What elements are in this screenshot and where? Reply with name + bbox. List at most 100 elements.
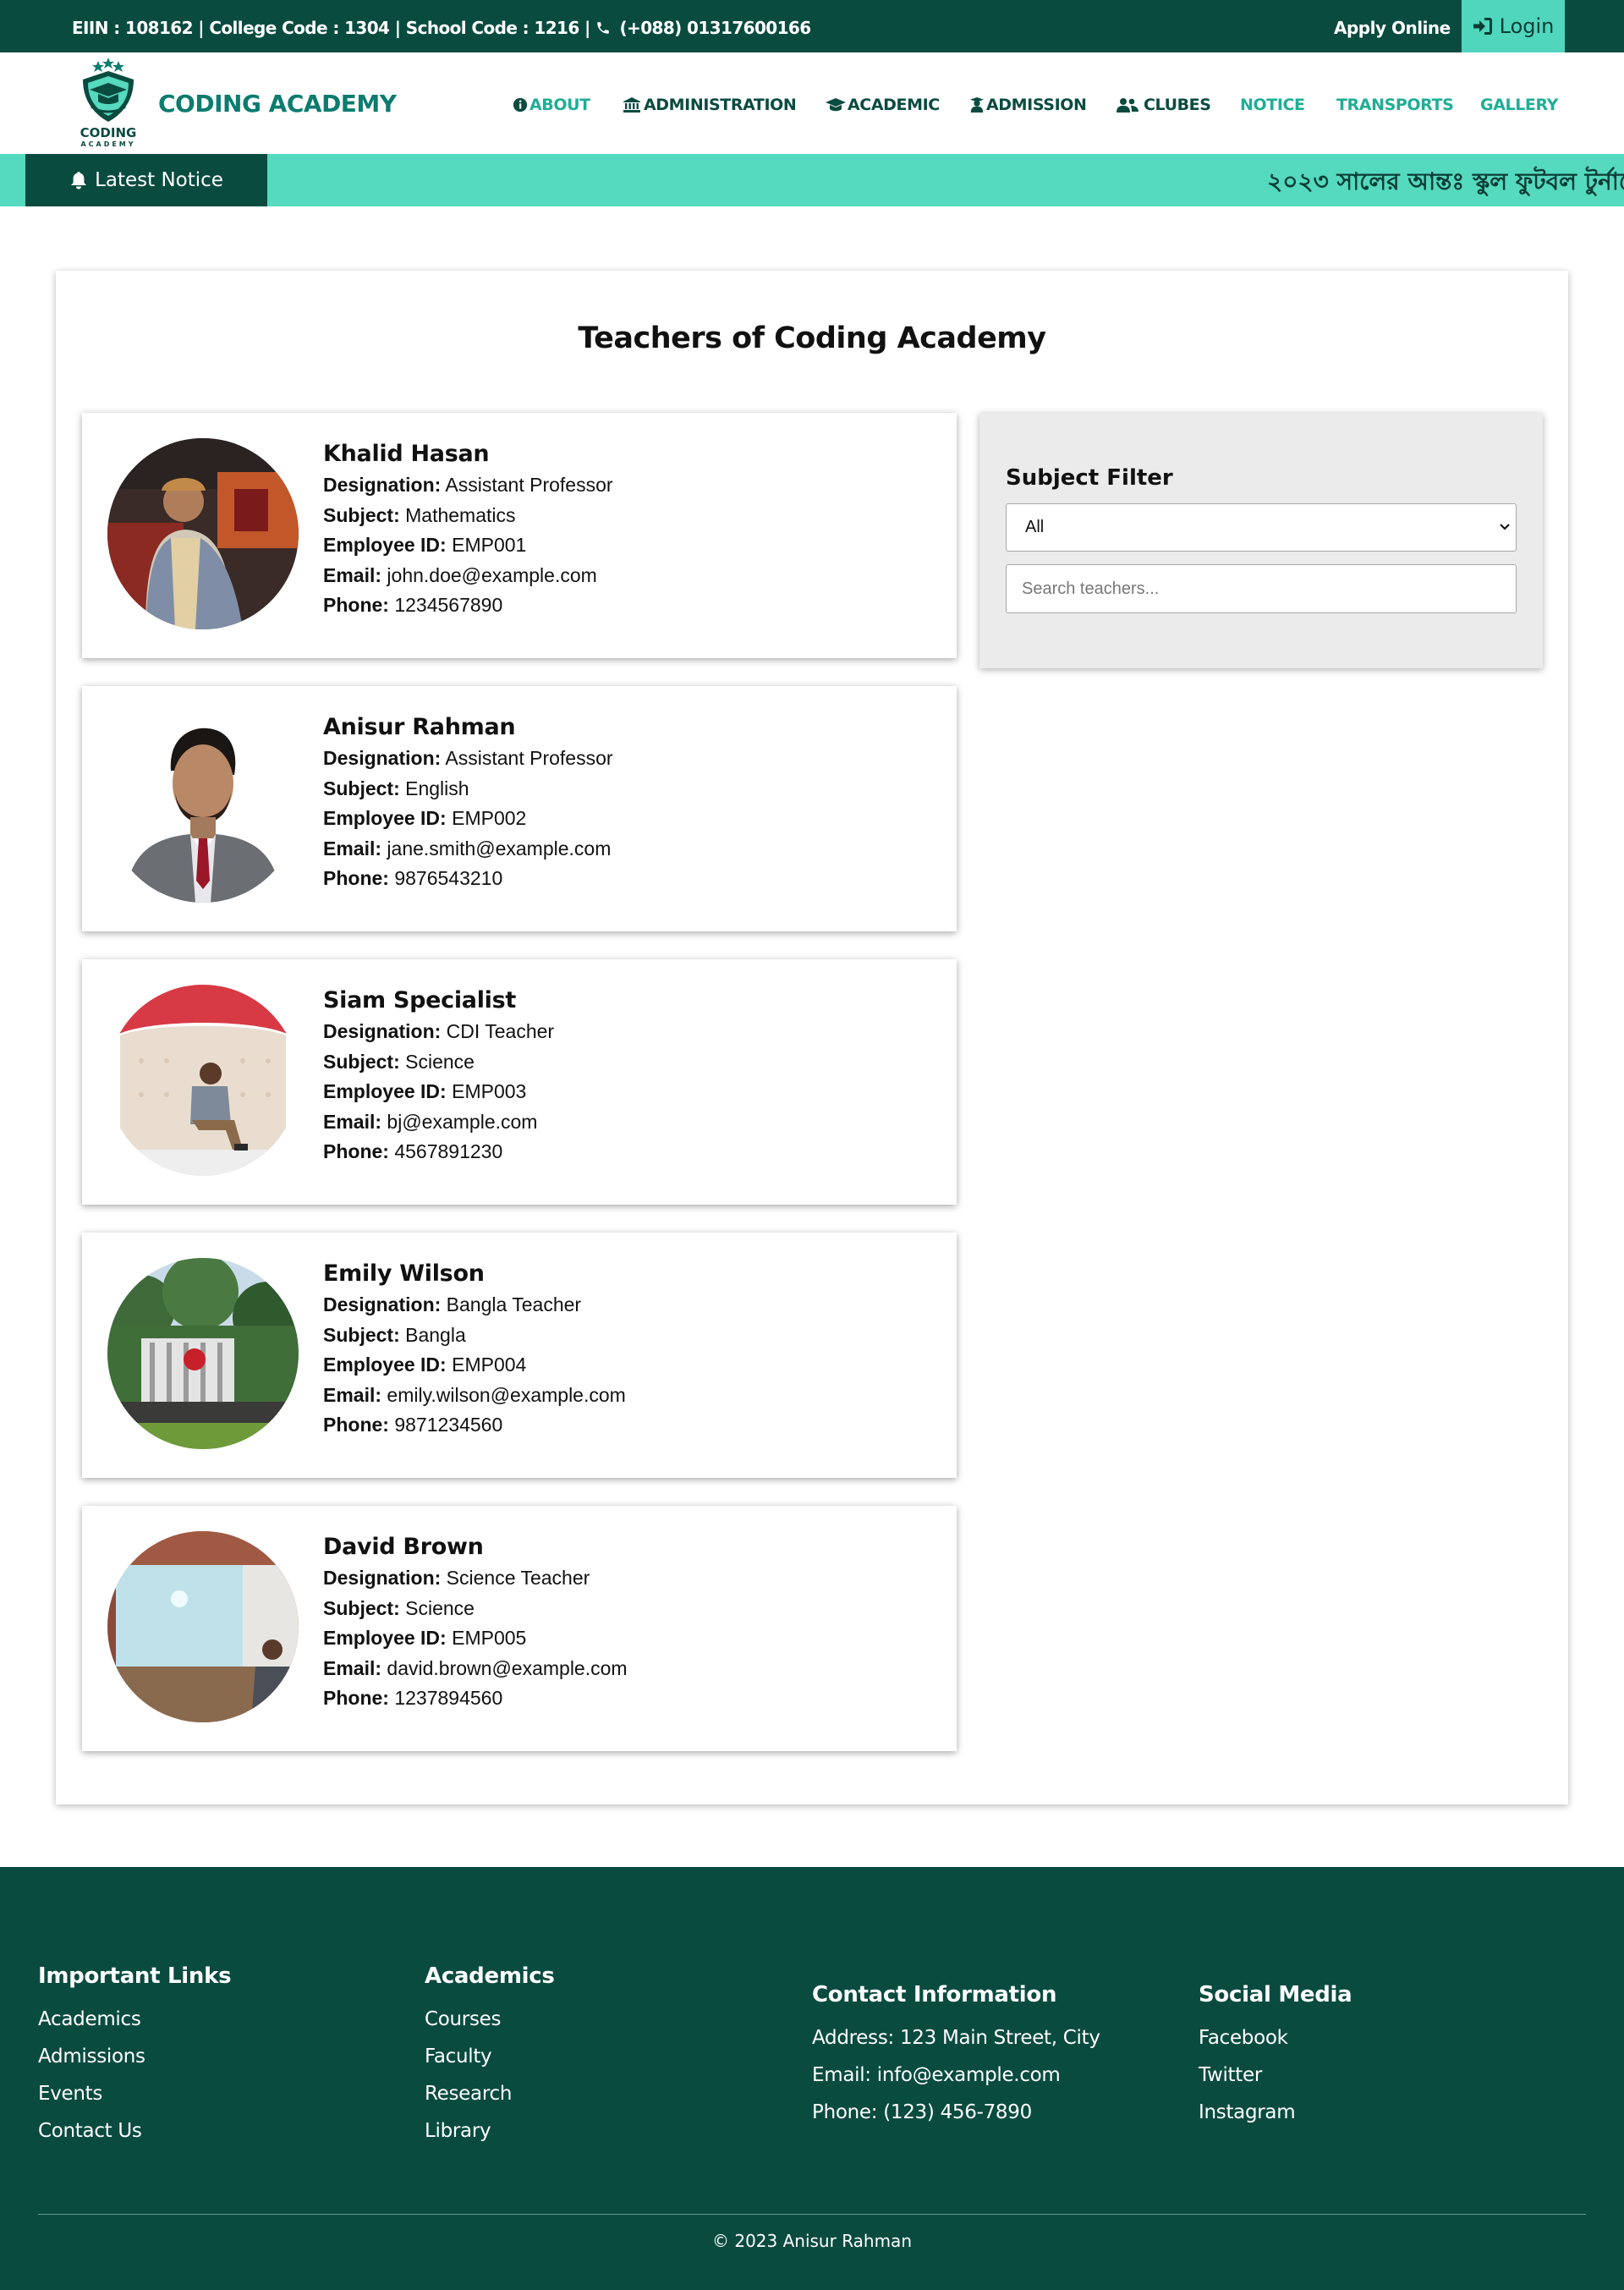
footer-important-links: Important Links Academics Admissions Eve… (38, 1963, 232, 2150)
teacher-card: Emily Wilson Designation: Bangla Teacher… (82, 1233, 957, 1478)
landmark-icon (623, 97, 640, 113)
subject-value: Bangla (405, 1323, 466, 1346)
teacher-info: Anisur Rahman Designation: Assistant Pro… (323, 711, 613, 894)
footer-link-admissions[interactable]: Admissions (38, 2038, 231, 2075)
footer-divider (38, 2214, 1586, 2215)
phone-value: 1237894560 (394, 1687, 503, 1709)
email-label: Email: (323, 1383, 382, 1406)
nav-academic-label: ACADEMIC (848, 96, 940, 114)
phone-label: Phone: (323, 867, 389, 889)
login-button[interactable]: Login (1462, 0, 1565, 52)
apply-online-link[interactable]: Apply Online (1334, 0, 1451, 52)
footer-link-instagram[interactable]: Instagram (1199, 2094, 1352, 2131)
nav-notice[interactable]: NOTICE (1240, 95, 1305, 115)
teacher-email: Email: david.brown@example.com (323, 1654, 628, 1684)
teacher-employee-id: Employee ID: EMP003 (323, 1077, 554, 1107)
teacher-designation: Designation: CDI Teacher (323, 1017, 554, 1047)
teacher-phone: Phone: 9876543210 (323, 864, 613, 894)
footer-link-courses[interactable]: Courses (425, 2001, 555, 2038)
teacher-designation: Designation: Bangla Teacher (323, 1290, 626, 1321)
teacher-photo (107, 1531, 299, 1722)
footer-link-twitter[interactable]: Twitter (1199, 2057, 1352, 2094)
teacher-info: Siam Specialist Designation: CDI Teacher… (323, 985, 554, 1167)
brand-name[interactable]: CODING ACADEMY (158, 90, 397, 118)
notice-marquee-text[interactable]: ২০২৩ সালের আন্তঃ স্কুল ফুটবল টুর্নামেন্ট (1267, 163, 1624, 203)
nav-academic[interactable]: ACADEMIC (826, 95, 940, 115)
footer-link-library[interactable]: Library (425, 2112, 555, 2150)
phone-number: (+088) 01317600166 (619, 18, 812, 38)
footer-link-research[interactable]: Research (425, 2075, 555, 2112)
teacher-photo (107, 1258, 299, 1449)
teacher-avatar (107, 1531, 299, 1722)
subject-filter-panel: Subject Filter All Search teachers... (979, 413, 1543, 668)
nav-gallery[interactable]: GALLERY (1480, 95, 1558, 115)
phone-value: 9871234560 (394, 1414, 503, 1436)
subject-select[interactable]: All (1006, 503, 1517, 552)
teacher-employee-id: Employee ID: EMP004 (323, 1350, 626, 1381)
teacher-subject: Subject: Science (323, 1594, 628, 1624)
footer-heading: Academics (425, 1963, 555, 1989)
notice-bar: Latest Notice ২০২৩ সালের আন্তঃ স্কুল ফুট… (0, 154, 1624, 206)
nav-about[interactable]: ABOUT (513, 95, 590, 115)
footer-link-faculty[interactable]: Faculty (425, 2038, 555, 2075)
nav-notice-label: NOTICE (1240, 96, 1305, 114)
footer-link-facebook[interactable]: Facebook (1199, 2019, 1352, 2057)
nav-about-label: ABOUT (529, 96, 590, 114)
teacher-designation: Designation: Science Teacher (323, 1563, 628, 1594)
footer-phone: Phone: (123) 456-7890 (812, 2101, 1032, 2123)
designation-label: Designation: (323, 747, 442, 769)
teacher-designation: Designation: Assistant Professor (323, 470, 613, 501)
latest-notice-label: Latest Notice (25, 154, 267, 206)
login-label: Login (1499, 14, 1555, 38)
phone-value: 9876543210 (394, 867, 503, 889)
employee-id-label: Employee ID: (323, 1354, 447, 1376)
teacher-name: David Brown (323, 1534, 484, 1560)
logo-text-sub: ACADEMY (80, 140, 136, 148)
subject-value: Mathematics (405, 503, 516, 526)
footer-link-events[interactable]: Events (38, 2075, 231, 2112)
subject-label: Subject: (323, 777, 400, 799)
latest-notice-text: Latest Notice (95, 169, 223, 191)
users-icon (1116, 98, 1138, 113)
designation-label: Designation: (323, 474, 442, 496)
subject-select-value: All (1025, 518, 1045, 536)
employee-id-value: EMP001 (452, 534, 527, 556)
footer-heading: Important Links (38, 1963, 232, 1989)
email-value: bj@example.com (387, 1110, 538, 1133)
footer-link-contact-us[interactable]: Contact Us (38, 2112, 231, 2150)
academy-logo[interactable]: CODING ACADEMY (73, 56, 144, 152)
teacher-subject: Subject: English (323, 774, 613, 805)
designation-label: Designation: (323, 1020, 442, 1042)
teacher-card: Khalid Hasan Designation: Assistant Prof… (82, 413, 957, 658)
employee-id-value: EMP003 (452, 1080, 527, 1102)
teacher-name: Anisur Rahman (323, 714, 516, 740)
nav-clubes-label: CLUBES (1144, 96, 1211, 114)
nav-admission[interactable]: ADMISSION (969, 95, 1087, 115)
teacher-avatar (107, 711, 299, 903)
employee-id-label: Employee ID: (323, 534, 447, 556)
employee-id-value: EMP002 (452, 807, 527, 829)
teacher-name: Khalid Hasan (323, 441, 490, 467)
teacher-subject: Subject: Bangla (323, 1321, 626, 1351)
teacher-phone: Phone: 1234567890 (323, 590, 613, 621)
teacher-avatar (107, 438, 299, 629)
nav-clubes[interactable]: CLUBES (1116, 95, 1211, 115)
shield-logo-icon (83, 58, 134, 122)
footer-link-academics[interactable]: Academics (38, 2001, 231, 2038)
teacher-name: Siam Specialist (323, 987, 517, 1013)
phone-label: Phone: (323, 1687, 389, 1709)
search-input[interactable]: Search teachers... (1006, 564, 1517, 613)
nav-administration[interactable]: ADMINISTRATION (623, 95, 797, 115)
teacher-employee-id: Employee ID: EMP002 (323, 804, 613, 834)
teacher-subject: Subject: Science (323, 1047, 554, 1078)
footer-address: Address: 123 Main Street, City (812, 2027, 1100, 2049)
phone-icon (597, 22, 609, 34)
nav-transports[interactable]: TRANSPORTS (1336, 95, 1454, 115)
top-bar: EIIN : 108162 | College Code : 1304 | Sc… (0, 0, 1624, 52)
teacher-phone: Phone: 4567891230 (323, 1137, 554, 1167)
user-graduate-icon (969, 97, 985, 113)
page-title: Teachers of Coding Academy (578, 321, 1046, 355)
teacher-employee-id: Employee ID: EMP001 (323, 530, 613, 561)
nav-transports-label: TRANSPORTS (1336, 96, 1454, 114)
chevron-down-icon (1500, 524, 1510, 530)
